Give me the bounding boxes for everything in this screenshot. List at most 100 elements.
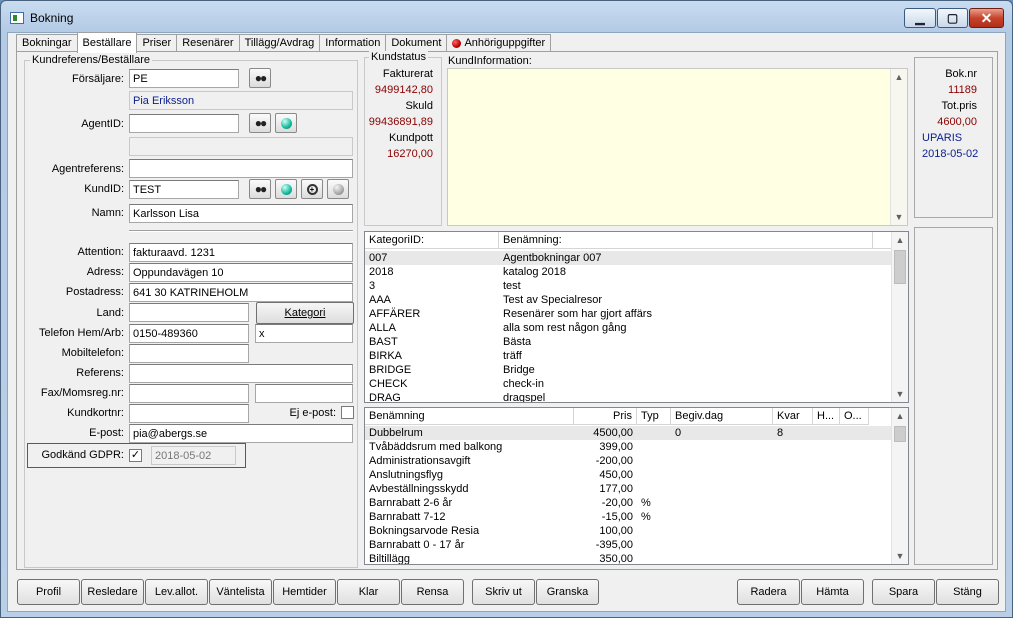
column-header-category-name[interactable]: Benämning: <box>499 232 873 249</box>
mobile-label: Mobiltelefon: <box>61 347 124 359</box>
agent-ref-input[interactable] <box>129 159 353 178</box>
category-scrollbar[interactable]: ▲ ▼ <box>891 232 908 402</box>
category-id-cell: CHECK <box>369 378 408 390</box>
column-header-h[interactable]: H... <box>813 408 840 425</box>
category-row[interactable]: AFFÄRER Resenärer som har gjort affärs <box>365 307 893 321</box>
column-header-event-day[interactable]: Begiv.dag <box>671 408 773 425</box>
tab-anhoriguppgifter[interactable]: Anhöriguppgifter <box>446 34 552 52</box>
resledare-button[interactable]: Resledare <box>81 579 144 605</box>
scroll-up-icon[interactable]: ▲ <box>892 232 908 248</box>
maximize-button[interactable]: ▢ <box>937 8 968 28</box>
country-input[interactable] <box>129 303 249 322</box>
customer-id-input[interactable]: TEST <box>129 180 239 199</box>
column-header-type[interactable]: Typ <box>637 408 671 425</box>
agent-id-input[interactable] <box>129 114 239 133</box>
scroll-thumb[interactable] <box>894 426 906 442</box>
price-list[interactable]: Benämning Pris Typ Begiv.dag Kvar H... O… <box>364 407 909 565</box>
column-header-price[interactable]: Pris <box>574 408 637 425</box>
no-email-checkbox[interactable] <box>341 406 354 419</box>
price-row[interactable]: Avbeställningsskydd 177,00 <box>365 482 893 496</box>
category-row[interactable]: BRIDGE Bridge <box>365 363 893 377</box>
reference-input[interactable] <box>129 364 353 383</box>
category-row[interactable]: BAST Bästa <box>365 335 893 349</box>
category-row[interactable]: CHECK check-in <box>365 377 893 391</box>
category-row[interactable]: DRAG dragspel <box>365 391 893 402</box>
tab-information[interactable]: Information <box>319 34 387 52</box>
lev-allot-button[interactable]: Lev.allot. <box>145 579 208 605</box>
scroll-down-icon[interactable]: ▼ <box>891 209 907 225</box>
customer-disabled-button[interactable] <box>327 179 349 199</box>
description-cell: Administrationsavgift <box>369 455 471 467</box>
price-row[interactable]: Anslutningsflyg 450,00 <box>365 468 893 482</box>
tab-tillagg-avdrag[interactable]: Tillägg/Avdrag <box>238 34 321 52</box>
minimize-button[interactable]: ▁ <box>904 8 936 28</box>
postal-input[interactable]: 641 30 KATRINEHOLM <box>129 283 353 302</box>
price-row[interactable]: Tvåbäddsrum med balkong 399,00 <box>365 440 893 454</box>
customer-search-button[interactable]: ●● <box>249 179 271 199</box>
scroll-up-icon[interactable]: ▲ <box>891 69 907 85</box>
hamta-button[interactable]: Hämta <box>801 579 864 605</box>
column-header-remaining[interactable]: Kvar <box>773 408 813 425</box>
name-input[interactable]: Karlsson Lisa <box>129 204 353 223</box>
gdpr-checkbox[interactable]: ✓ <box>129 449 142 462</box>
phone-home-input[interactable]: 0150-489360 <box>129 324 249 343</box>
price-row[interactable]: Barnrabatt 0 - 17 år -395,00 <box>365 538 893 552</box>
scroll-down-icon[interactable]: ▼ <box>892 386 908 402</box>
profil-button[interactable]: Profil <box>17 579 80 605</box>
column-header-o[interactable]: O... <box>840 408 869 425</box>
customer-zoom-button[interactable]: + <box>301 179 323 199</box>
price-row[interactable]: Bokningsarvode Resia 100,00 <box>365 524 893 538</box>
email-input[interactable]: pia@abergs.se <box>129 424 353 443</box>
tab-bokningar[interactable]: Bokningar <box>16 34 78 52</box>
category-id-cell: 3 <box>369 280 376 292</box>
skriv-ut-button[interactable]: Skriv ut <box>472 579 535 605</box>
category-row[interactable]: 007 Agentbokningar 007 <box>365 251 893 265</box>
price-scrollbar[interactable]: ▲ ▼ <box>891 408 908 564</box>
tab-dokument[interactable]: Dokument <box>385 34 448 52</box>
close-button[interactable]: ✕ <box>969 8 1004 28</box>
vantelista-button[interactable]: Väntelista <box>209 579 272 605</box>
price-row[interactable]: Administrationsavgift -200,00 <box>365 454 893 468</box>
total-label: Tot.pris <box>941 100 977 112</box>
granska-button[interactable]: Granska <box>536 579 599 605</box>
hemtider-button[interactable]: Hemtider <box>273 579 336 605</box>
info-scrollbar[interactable]: ▲ ▼ <box>890 69 907 225</box>
category-row[interactable]: 3 test <box>365 279 893 293</box>
column-header-description[interactable]: Benämning <box>365 408 574 425</box>
tab-resenarer[interactable]: Resenärer <box>176 34 240 52</box>
category-row[interactable]: ALLA alla som rest någon gång <box>365 321 893 335</box>
card-input[interactable] <box>129 404 249 423</box>
category-row[interactable]: 2018 katalog 2018 <box>365 265 893 279</box>
price-row[interactable]: Barnrabatt 7-12 -15,00% <box>365 510 893 524</box>
attention-input[interactable]: fakturaavd. 1231 <box>129 243 353 262</box>
scroll-down-icon[interactable]: ▼ <box>892 548 908 564</box>
agent-info-button[interactable] <box>275 113 297 133</box>
category-row[interactable]: AAA Test av Specialresor <box>365 293 893 307</box>
spara-button[interactable]: Spara <box>872 579 935 605</box>
category-list[interactable]: KategoriID: Benämning: 007 Agentbokningar… <box>364 231 909 403</box>
radera-button[interactable]: Radera <box>737 579 800 605</box>
klar-button[interactable]: Klar <box>337 579 400 605</box>
seller-input[interactable]: PE <box>129 69 239 88</box>
category-button[interactable]: Kategori <box>256 302 354 324</box>
category-row[interactable]: BIRKA träff <box>365 349 893 363</box>
scroll-thumb[interactable] <box>894 250 906 284</box>
mobile-input[interactable] <box>129 344 249 363</box>
stang-button[interactable]: Stäng <box>936 579 999 605</box>
phone-work-input[interactable]: x <box>255 324 353 343</box>
price-row[interactable]: Barnrabatt 2-6 år -20,00% <box>365 496 893 510</box>
tab-priser[interactable]: Priser <box>136 34 178 52</box>
tab-bestallare[interactable]: Beställare <box>76 32 138 53</box>
fax-input[interactable] <box>129 384 249 403</box>
scroll-up-icon[interactable]: ▲ <box>892 408 908 424</box>
customer-info-button[interactable] <box>275 179 297 199</box>
address-input[interactable]: Oppundavägen 10 <box>129 263 353 282</box>
rensa-button[interactable]: Rensa <box>401 579 464 605</box>
agent-search-button[interactable]: ●● <box>249 113 271 133</box>
price-row[interactable]: Dubbelrum 4500,00 0 8 <box>365 426 893 440</box>
price-row[interactable]: Biltillägg 350,00 <box>365 552 893 564</box>
info-textarea[interactable]: ▲ ▼ <box>447 68 908 226</box>
column-header-category-id[interactable]: KategoriID: <box>365 232 499 249</box>
seller-search-button[interactable]: ●● <box>249 68 271 88</box>
vat-input[interactable] <box>255 384 353 403</box>
